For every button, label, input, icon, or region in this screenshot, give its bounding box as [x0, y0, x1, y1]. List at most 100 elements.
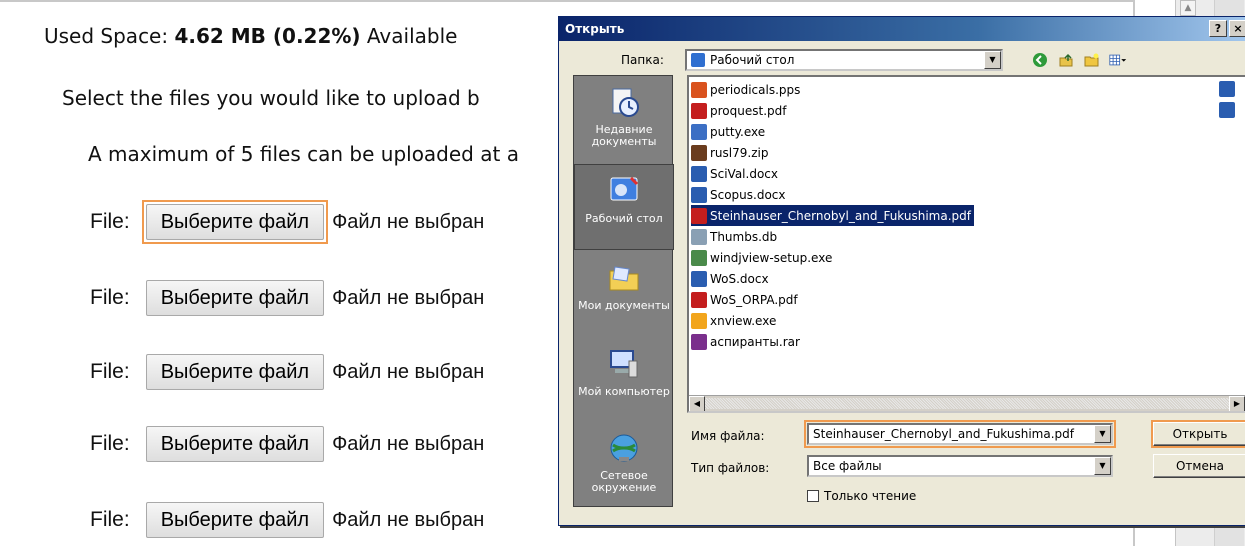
db-file-icon [691, 228, 707, 245]
open-button[interactable]: Открыть [1151, 420, 1245, 448]
recent-docs-icon [606, 84, 642, 120]
file-label: File: [90, 360, 130, 383]
file-name: WoS_ORPA.pdf [710, 292, 798, 307]
file-name: periodicals.pps [710, 82, 801, 97]
docx-file-icon [691, 165, 707, 182]
lookin-combo[interactable]: Рабочий стол ▼ [685, 49, 1003, 71]
choose-file-focus-ring: Выберите файл [141, 200, 329, 244]
list-item[interactable]: WoS.docx [691, 268, 772, 289]
pdf-file-icon [691, 291, 707, 308]
horizontal-scrollbar[interactable]: ◀ ▶ [689, 395, 1245, 411]
pdf-file-icon [691, 207, 707, 224]
file-name: аспиранты.rar [710, 334, 800, 349]
list-item[interactable]: xnview.exe [691, 310, 779, 331]
used-space-value: 4.62 MB (0.22%) [174, 24, 361, 48]
choose-file-wrap: Выберите файл [142, 498, 328, 542]
place-recent-docs[interactable]: Недавние документы [574, 76, 674, 162]
file-label: File: [90, 286, 130, 309]
choose-file-button[interactable]: Выберите файл [145, 502, 325, 538]
choose-file-wrap: Выберите файл [142, 350, 328, 394]
no-file-status: Файл не выбран [332, 286, 485, 309]
place-my-computer[interactable]: Мой компьютер [574, 338, 674, 424]
choose-file-button[interactable]: Выберите файл [145, 426, 325, 462]
exe-file-icon [691, 249, 707, 266]
choose-file-wrap: Выберите файл [142, 276, 328, 320]
filetype-select[interactable]: Все файлы ▼ [807, 455, 1113, 477]
dialog-titlebar[interactable]: Открыть ? × [559, 17, 1245, 41]
file-row: File: Выберите файл Файл не выбран [90, 200, 485, 244]
back-icon[interactable] [1031, 51, 1049, 69]
choose-file-button[interactable]: Выберите файл [145, 204, 325, 240]
list-item[interactable]: rusl79.zip [691, 142, 771, 163]
file-name: Steinhauser_Chernobyl_and_Fukushima.pdf [710, 208, 971, 223]
pps-file-icon [691, 81, 707, 98]
place-label: Рабочий стол [585, 212, 663, 225]
list-item[interactable]: putty.exe [691, 121, 768, 142]
place-network[interactable]: Сетевое окружение [574, 422, 674, 508]
max-files-text: A maximum of 5 files can be uploaded at … [88, 142, 519, 166]
my-computer-icon [606, 346, 642, 382]
filetype-label: Тип файлов: [691, 461, 770, 475]
exe-file-icon [691, 123, 707, 140]
readonly-label: Только чтение [824, 489, 917, 503]
scroll-left-arrow-icon[interactable]: ◀ [689, 396, 705, 411]
choose-file-button[interactable]: Выберите файл [145, 354, 325, 390]
file-row: File: Выберите файл Файл не выбран [90, 352, 484, 392]
chevron-down-icon[interactable]: ▼ [1094, 425, 1111, 443]
chevron-down-icon[interactable]: ▼ [1094, 457, 1111, 475]
close-button[interactable]: × [1229, 20, 1245, 37]
file-name: WoS.docx [710, 271, 769, 286]
filename-label: Имя файла: [691, 429, 765, 443]
desktop-small-icon [691, 53, 705, 67]
file-name: Thumbs.db [710, 229, 778, 244]
file-name: xnview.exe [710, 313, 777, 328]
zip-file-icon [691, 144, 707, 161]
list-item[interactable]: Scopus.docx [691, 184, 789, 205]
place-desktop[interactable]: Рабочий стол [574, 164, 674, 250]
up-folder-icon[interactable] [1057, 51, 1075, 69]
list-item[interactable]: proquest.pdf [691, 100, 789, 121]
used-space-line: Used Space: 4.62 MB (0.22%) Available [44, 24, 457, 48]
file-name: putty.exe [710, 124, 766, 139]
places-bar: Недавние документы Рабочий стол Мои доку… [573, 75, 674, 508]
docx-file-icon [691, 186, 707, 203]
docx-file-icon [1219, 102, 1235, 118]
list-item[interactable]: windjview-setup.exe [691, 247, 835, 268]
new-folder-icon[interactable] [1083, 51, 1101, 69]
readonly-checkbox[interactable] [807, 490, 819, 502]
file-name: windjview-setup.exe [710, 250, 833, 265]
readonly-row: Только чтение [807, 489, 916, 503]
dialog-title: Открыть [565, 22, 625, 36]
list-item[interactable]: WoS_ORPA.pdf [691, 289, 801, 310]
view-menu-icon[interactable] [1109, 51, 1127, 69]
place-my-documents[interactable]: Мои документы [574, 252, 674, 338]
list-item[interactable]: аспиранты.rar [691, 331, 803, 352]
list-item-selected[interactable]: Steinhauser_Chernobyl_and_Fukushima.pdf [691, 205, 974, 226]
place-label: Недавние документы [591, 123, 657, 148]
no-file-status: Файл не выбран [332, 210, 485, 233]
exe-file-icon [691, 312, 707, 329]
list-item[interactable]: periodicals.pps [691, 79, 803, 100]
chevron-down-icon[interactable]: ▼ [984, 51, 1001, 69]
scroll-right-arrow-icon[interactable]: ▶ [1229, 396, 1245, 411]
used-space-label: Used Space: [44, 24, 169, 48]
no-file-status: Файл не выбран [332, 432, 485, 455]
file-label: File: [90, 508, 130, 531]
file-name: proquest.pdf [710, 103, 787, 118]
pdf-file-icon [691, 102, 707, 119]
help-button[interactable]: ? [1209, 20, 1227, 37]
scrollbar-track[interactable] [705, 398, 1229, 409]
cancel-button[interactable]: Отмена [1153, 454, 1245, 478]
list-item[interactable]: SciVal.docx [691, 163, 781, 184]
filename-input[interactable]: Steinhauser_Chernobyl_and_Fukushima.pdf … [804, 420, 1116, 448]
no-file-status: Файл не выбран [332, 508, 485, 531]
choose-file-wrap: Выберите файл [142, 422, 328, 466]
file-row: File: Выберите файл Файл не выбран [90, 424, 484, 464]
list-item[interactable]: Thumbs.db [691, 226, 780, 247]
file-list[interactable]: periodicals.pps proquest.pdf putty.exe r… [687, 75, 1245, 413]
docx-file-icon [691, 270, 707, 287]
file-name: rusl79.zip [710, 145, 769, 160]
place-label: Сетевое окружение [591, 469, 657, 494]
scroll-up-arrow-icon[interactable]: ▲ [1180, 0, 1196, 16]
choose-file-button[interactable]: Выберите файл [145, 280, 325, 316]
